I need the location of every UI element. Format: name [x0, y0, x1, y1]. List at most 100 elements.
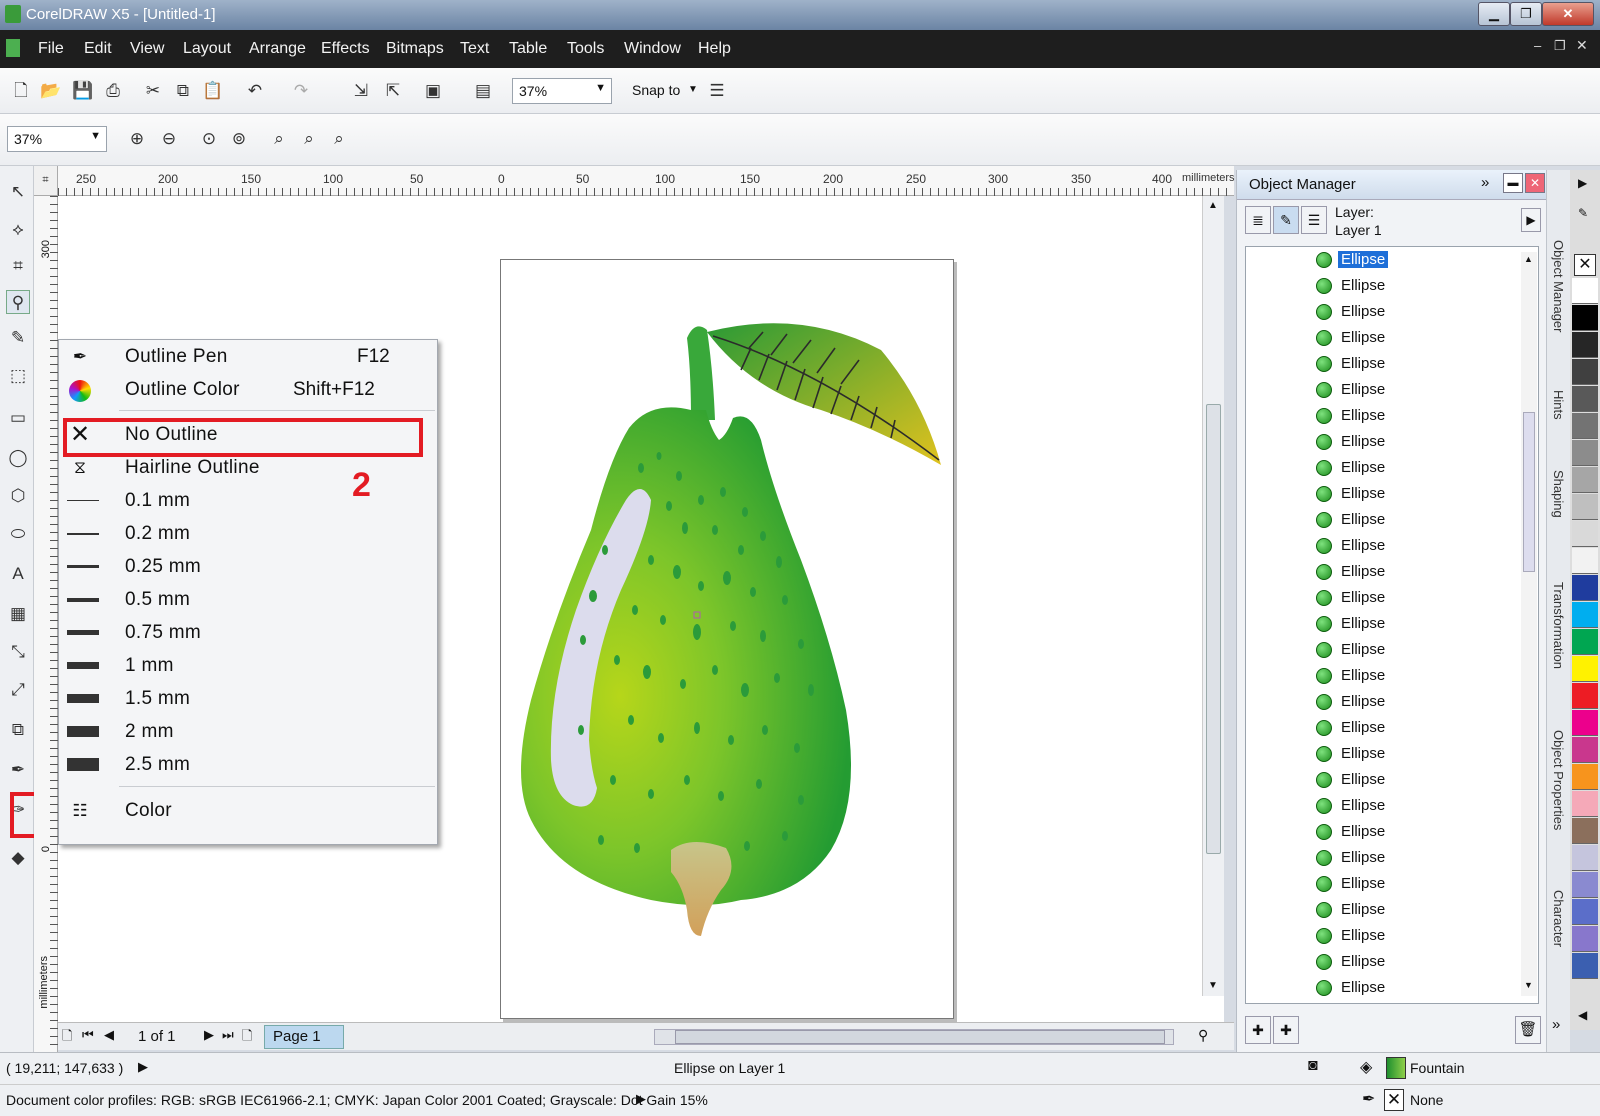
- list-item[interactable]: Ellipse: [1316, 587, 1516, 613]
- color-swatch[interactable]: [1572, 683, 1598, 709]
- list-item[interactable]: Ellipse: [1316, 353, 1516, 379]
- menu-item-outline-pen[interactable]: ✒ Outline Pen F12: [59, 340, 437, 373]
- menu-arrange[interactable]: Arrange: [249, 40, 306, 58]
- scroll-up-icon[interactable]: ▲: [1208, 200, 1218, 211]
- property-zoom-combo[interactable]: 37% ▼: [7, 126, 107, 152]
- menu-edit[interactable]: Edit: [84, 40, 112, 58]
- menu-item-outline-color[interactable]: Outline Color Shift+F12: [59, 373, 437, 406]
- tab-hints[interactable]: Hints: [1551, 390, 1566, 420]
- zoom-page-width-icon[interactable]: ⌕: [298, 128, 320, 150]
- menu-view[interactable]: View: [130, 40, 164, 58]
- menu-item-2mm[interactable]: 2 mm: [59, 715, 437, 748]
- new-master-layer-icon[interactable]: ✚: [1273, 1016, 1299, 1044]
- snap-to-dropdown[interactable]: Snap to: [632, 82, 680, 98]
- menu-bitmaps[interactable]: Bitmaps: [386, 40, 444, 58]
- document-page[interactable]: [500, 259, 954, 1019]
- color-proofing-icon[interactable]: ◙: [1308, 1057, 1318, 1075]
- color-swatch[interactable]: [1572, 521, 1598, 547]
- menu-item-1mm[interactable]: 1 mm: [59, 649, 437, 682]
- application-launcher-icon[interactable]: ▣: [422, 80, 444, 102]
- rectangle-tool-icon[interactable]: ▭: [6, 406, 30, 430]
- add-page-after-icon[interactable]: 🗋: [242, 1027, 252, 1049]
- list-item[interactable]: Ellipse: [1316, 327, 1516, 353]
- status-arrow-icon[interactable]: ▶: [138, 1059, 148, 1075]
- tab-transformation[interactable]: Transformation: [1551, 582, 1566, 669]
- vertical-ruler[interactable]: 300 0 millimeters: [34, 196, 58, 1052]
- tab-character[interactable]: Character: [1551, 890, 1566, 947]
- menu-item-0-75mm[interactable]: 0.75 mm: [59, 616, 437, 649]
- horizontal-scrollbar[interactable]: [654, 1029, 1174, 1045]
- menu-item-0-5mm[interactable]: 0.5 mm: [59, 583, 437, 616]
- color-swatch[interactable]: [1572, 926, 1598, 952]
- doc-close-button[interactable]: ✕: [1576, 37, 1588, 54]
- color-swatch[interactable]: [1572, 953, 1598, 979]
- import-icon[interactable]: ⇲: [350, 80, 372, 102]
- list-item[interactable]: Ellipse: [1316, 379, 1516, 405]
- list-item[interactable]: Ellipse: [1316, 639, 1516, 665]
- color-swatch[interactable]: [1572, 440, 1598, 466]
- menu-item-0-1mm[interactable]: 0.1 mm: [59, 484, 437, 517]
- tab-object-manager[interactable]: Object Manager: [1551, 240, 1566, 333]
- add-page-icon[interactable]: 🗋: [62, 1027, 72, 1049]
- menu-item-0-25mm[interactable]: 0.25 mm: [59, 550, 437, 583]
- blend-tool-icon[interactable]: ⧉: [6, 718, 30, 742]
- list-item[interactable]: Ellipse: [1316, 769, 1516, 795]
- maximize-button[interactable]: ❐: [1510, 2, 1542, 26]
- horizontal-scroll-thumb[interactable]: [675, 1030, 1165, 1044]
- page-tab[interactable]: Page 1: [264, 1025, 344, 1049]
- color-swatch[interactable]: [1572, 359, 1598, 385]
- menu-table[interactable]: Table: [509, 40, 547, 58]
- delete-icon[interactable]: 🗑: [1515, 1016, 1541, 1044]
- zoom-in-icon[interactable]: ⊕: [126, 128, 148, 150]
- polygon-tool-icon[interactable]: ⬡: [6, 484, 30, 508]
- fill-bucket-icon[interactable]: ◈: [1360, 1057, 1372, 1077]
- list-item[interactable]: Ellipse: [1316, 509, 1516, 535]
- menu-effects[interactable]: Effects: [321, 40, 370, 58]
- save-icon[interactable]: 💾: [72, 80, 94, 102]
- layer-flyout-arrow-icon[interactable]: ▶: [1521, 208, 1541, 232]
- color-swatch[interactable]: [1572, 899, 1598, 925]
- list-item[interactable]: Ellipse: [1316, 743, 1516, 769]
- new-layer-icon[interactable]: ✚: [1245, 1016, 1271, 1044]
- object-list[interactable]: Ellipse Ellipse Ellipse Ellipse Ellipse Ellip…: [1245, 246, 1539, 1004]
- menu-item-0-2mm[interactable]: 0.2 mm: [59, 517, 437, 550]
- list-item[interactable]: Ellipse: [1316, 275, 1516, 301]
- menu-layout[interactable]: Layout: [183, 40, 231, 58]
- list-item[interactable]: Ellipse: [1316, 249, 1516, 275]
- show-properties-icon[interactable]: ≣: [1245, 206, 1271, 234]
- color-swatch[interactable]: [1572, 413, 1598, 439]
- fill-tool-icon[interactable]: ◆: [6, 846, 30, 870]
- list-item[interactable]: Ellipse: [1316, 873, 1516, 899]
- tab-shaping[interactable]: Shaping: [1551, 470, 1566, 518]
- color-swatch[interactable]: [1572, 575, 1598, 601]
- ellipse-tool-icon[interactable]: ◯: [6, 446, 30, 470]
- list-item[interactable]: Ellipse: [1316, 691, 1516, 717]
- expand-docker-icon[interactable]: »: [1481, 174, 1489, 191]
- scroll-down-icon[interactable]: ▼: [1524, 980, 1533, 990]
- color-swatch[interactable]: [1572, 629, 1598, 655]
- print-icon[interactable]: ⎙: [102, 80, 124, 102]
- zoom-page-icon[interactable]: ⌕: [268, 128, 290, 150]
- vertical-scroll-thumb[interactable]: [1206, 404, 1221, 854]
- list-item[interactable]: Ellipse: [1316, 925, 1516, 951]
- list-item[interactable]: Ellipse: [1316, 431, 1516, 457]
- color-swatch[interactable]: [1572, 818, 1598, 844]
- layer-manager-view-icon[interactable]: ☰: [1301, 206, 1327, 234]
- menu-help[interactable]: Help: [698, 40, 731, 58]
- list-item[interactable]: Ellipse: [1316, 847, 1516, 873]
- menu-item-2-5mm[interactable]: 2.5 mm: [59, 748, 437, 781]
- list-item[interactable]: Ellipse: [1316, 665, 1516, 691]
- close-button[interactable]: ✕: [1542, 2, 1594, 26]
- docker-close-button[interactable]: ✕: [1525, 173, 1545, 193]
- color-swatch[interactable]: [1572, 386, 1598, 412]
- color-swatch[interactable]: [1572, 602, 1598, 628]
- color-swatch[interactable]: [1572, 791, 1598, 817]
- crop-tool-icon[interactable]: ⌗: [6, 254, 30, 278]
- shape-tool-icon[interactable]: ⟡: [6, 218, 30, 242]
- expand-dockers-icon[interactable]: »: [1552, 1016, 1560, 1033]
- eyedropper-tool-icon[interactable]: ✒: [6, 758, 30, 782]
- cut-icon[interactable]: ✂: [142, 80, 164, 102]
- color-swatch[interactable]: [1572, 845, 1598, 871]
- menu-tools[interactable]: Tools: [567, 40, 604, 58]
- zoom-page-height-icon[interactable]: ⌕: [328, 128, 350, 150]
